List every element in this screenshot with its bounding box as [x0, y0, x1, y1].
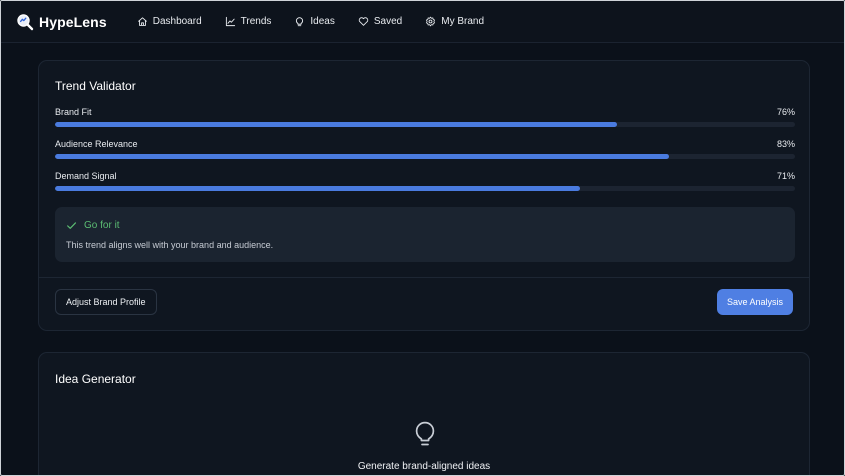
- metric-audience-relevance: Audience Relevance 83%: [55, 139, 795, 159]
- nav-item-label: Dashboard: [152, 16, 202, 27]
- nav-item-label: Ideas: [310, 16, 335, 27]
- idea-generator-card: Idea Generator Generate brand-aligned id…: [38, 352, 810, 475]
- progress-track: [55, 154, 795, 159]
- nav-item-label: My Brand: [441, 16, 485, 27]
- metric-value: 83%: [776, 139, 795, 149]
- verdict-description: This trend aligns well with your brand a…: [66, 240, 274, 250]
- nav-item-saved[interactable]: Saved: [358, 16, 402, 27]
- metric-label: Brand Fit: [55, 107, 92, 117]
- app-window: HypeLens Dashboard Trends Ideas Saved My: [0, 0, 845, 476]
- lightbulb-icon: [415, 421, 435, 446]
- verdict-panel: Go for it This trend aligns well with yo…: [55, 207, 795, 262]
- trend-validator-card: Trend Validator Brand Fit 76% Audience R…: [38, 60, 810, 331]
- nav-item-ideas[interactable]: Ideas: [294, 16, 335, 27]
- nav-item-label: Saved: [373, 16, 403, 27]
- brand-name: HypeLens: [39, 13, 107, 30]
- magnifier-icon: [16, 13, 34, 31]
- verdict-title: Go for it: [66, 220, 120, 231]
- empty-state-title: Generate brand-aligned ideas: [357, 461, 491, 472]
- progress-track: [55, 122, 795, 127]
- divider: [39, 277, 809, 278]
- nav-item-label: Trends: [240, 16, 272, 27]
- progress-track: [55, 186, 795, 191]
- metric-value: 71%: [776, 171, 795, 181]
- card-title: Idea Generator: [55, 372, 136, 386]
- nav-links: Dashboard Trends Ideas Saved My Brand: [137, 16, 507, 27]
- save-analysis-button[interactable]: Save Analysis: [716, 289, 793, 315]
- metric-demand-signal: Demand Signal 71%: [55, 171, 795, 191]
- nav-item-my-brand[interactable]: My Brand: [425, 16, 484, 27]
- gear-icon: [426, 16, 436, 27]
- adjust-brand-profile-button[interactable]: Adjust Brand Profile: [55, 289, 157, 315]
- check-icon: [67, 222, 77, 229]
- nav-item-trends[interactable]: Trends: [225, 16, 272, 27]
- lightbulb-icon: [296, 17, 304, 27]
- home-icon: [137, 17, 147, 26]
- progress-fill: [55, 122, 618, 127]
- top-nav: HypeLens Dashboard Trends Ideas Saved My: [1, 1, 844, 43]
- verdict-title-text: Go for it: [84, 220, 120, 231]
- metric-brand-fit: Brand Fit 76%: [55, 107, 795, 127]
- heart-icon: [358, 17, 369, 26]
- nav-item-dashboard[interactable]: Dashboard: [137, 16, 202, 27]
- progress-fill: [55, 186, 581, 191]
- brand[interactable]: HypeLens: [16, 13, 107, 31]
- progress-fill: [55, 154, 670, 159]
- metric-label: Demand Signal: [55, 171, 117, 181]
- chart-line-icon: [225, 16, 235, 27]
- card-title: Trend Validator: [55, 79, 136, 93]
- metric-value: 76%: [776, 107, 795, 117]
- metric-label: Audience Relevance: [55, 139, 138, 149]
